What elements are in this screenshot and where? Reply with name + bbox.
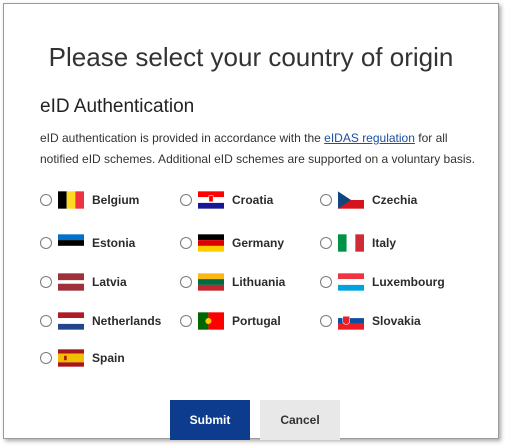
country-label: Slovakia xyxy=(372,314,421,328)
radio-italy[interactable] xyxy=(320,237,332,249)
flag-belgium-icon xyxy=(58,191,84,209)
country-selection-dialog: Please select your country of origin eID… xyxy=(3,3,499,440)
country-option-slovakia[interactable]: Slovakia xyxy=(320,310,421,332)
country-label: Belgium xyxy=(92,193,140,207)
country-option-czechia[interactable]: Czechia xyxy=(320,189,417,211)
radio-portugal[interactable] xyxy=(180,315,192,327)
radio-belgium[interactable] xyxy=(40,194,52,206)
submit-button[interactable]: Submit xyxy=(170,400,250,440)
country-option-netherlands[interactable]: Netherlands xyxy=(40,310,161,332)
country-option-lithuania[interactable]: Lithuania xyxy=(180,271,285,293)
flag-czechia-icon xyxy=(338,191,364,209)
flag-slovakia-icon xyxy=(338,312,364,330)
country-label: Spain xyxy=(92,351,125,365)
country-option-spain[interactable]: Spain xyxy=(40,347,125,369)
flag-croatia-icon xyxy=(198,191,224,209)
country-option-portugal[interactable]: Portugal xyxy=(180,310,281,332)
country-option-germany[interactable]: Germany xyxy=(180,232,284,254)
flag-italy-icon xyxy=(338,234,364,252)
radio-estonia[interactable] xyxy=(40,237,52,249)
country-option-croatia[interactable]: Croatia xyxy=(180,189,273,211)
country-label: Croatia xyxy=(232,193,274,207)
flag-germany-icon xyxy=(198,234,224,252)
radio-netherlands[interactable] xyxy=(40,315,52,327)
radio-luxembourg[interactable] xyxy=(320,276,332,288)
flag-portugal-icon xyxy=(198,312,224,330)
country-option-belgium[interactable]: Belgium xyxy=(40,189,139,211)
radio-croatia[interactable] xyxy=(180,194,192,206)
country-option-italy[interactable]: Italy xyxy=(320,232,396,254)
country-label: Portugal xyxy=(232,314,281,328)
flag-netherlands-icon xyxy=(58,312,84,330)
country-label: Italy xyxy=(372,236,397,250)
radio-czechia[interactable] xyxy=(320,194,332,206)
flag-luxembourg-icon xyxy=(338,273,364,291)
flag-lithuania-icon xyxy=(198,273,224,291)
radio-lithuania[interactable] xyxy=(180,276,192,288)
country-option-estonia[interactable]: Estonia xyxy=(40,232,135,254)
country-label: Estonia xyxy=(92,236,136,250)
flag-latvia-icon xyxy=(58,273,84,291)
radio-germany[interactable] xyxy=(180,237,192,249)
country-label: Lithuania xyxy=(232,275,286,289)
flag-estonia-icon xyxy=(58,234,84,252)
country-label: Luxembourg xyxy=(372,275,445,289)
radio-spain[interactable] xyxy=(40,352,52,364)
country-option-luxembourg[interactable]: Luxembourg xyxy=(320,271,445,293)
radio-slovakia[interactable] xyxy=(320,315,332,327)
cancel-button[interactable]: Cancel xyxy=(260,400,340,440)
flag-spain-icon xyxy=(58,349,84,367)
country-label: Czechia xyxy=(372,193,418,207)
country-label: Germany xyxy=(232,236,285,250)
country-label: Latvia xyxy=(92,275,127,289)
country-options: Belgium Croatia Czechia Estonia Germany … xyxy=(4,4,498,438)
country-option-latvia[interactable]: Latvia xyxy=(40,271,127,293)
country-label: Netherlands xyxy=(92,314,162,328)
radio-latvia[interactable] xyxy=(40,276,52,288)
